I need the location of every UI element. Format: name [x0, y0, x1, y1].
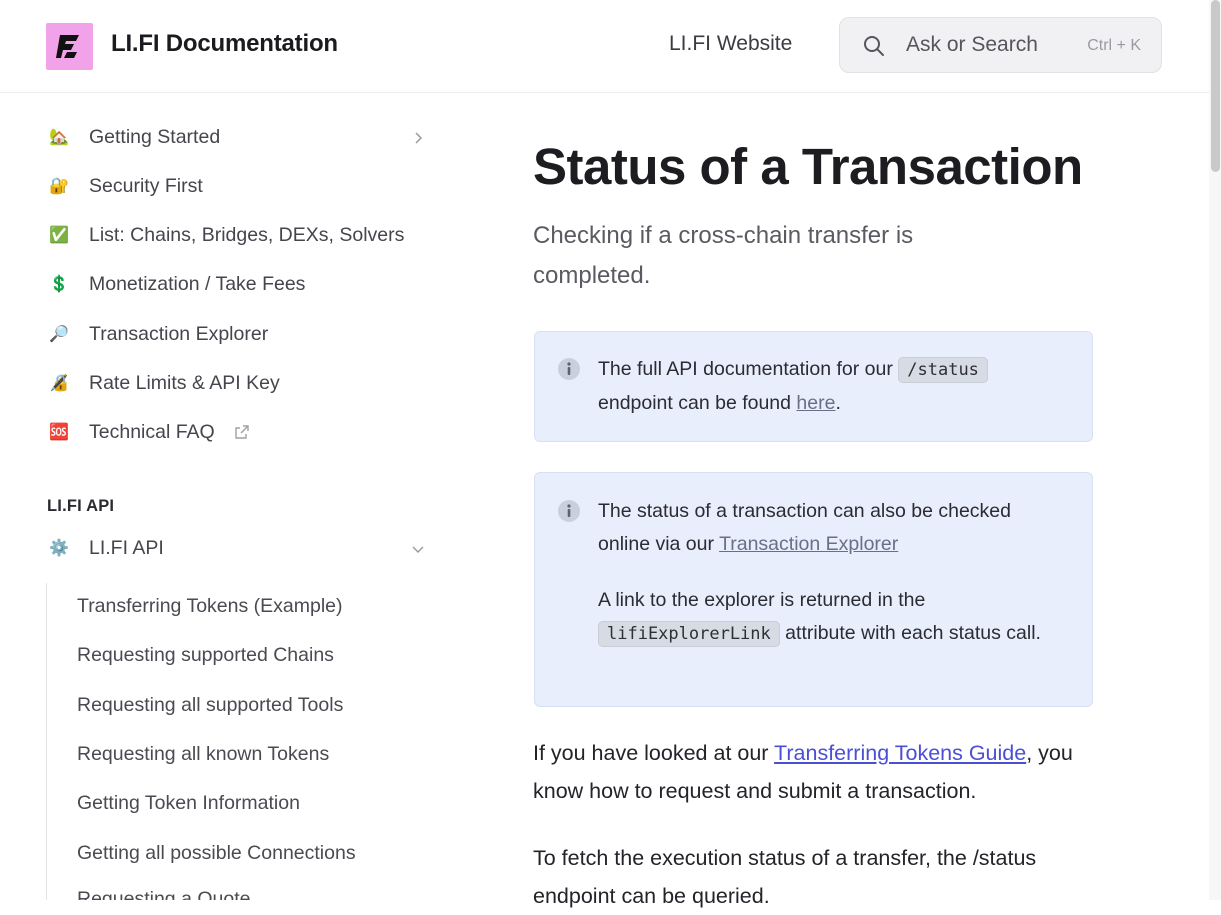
lock-icon: 🔐 — [49, 178, 69, 195]
sidebar-subitem-supported-tools[interactable]: Requesting all supported Tools — [77, 694, 343, 717]
house-icon: 🏡 — [49, 129, 69, 146]
sidebar-item-list-chains[interactable]: ✅ List: Chains, Bridges, DEXs, Solvers — [46, 219, 430, 255]
magnifier-icon: 🔎 — [49, 326, 69, 343]
info-hint-explorer: The status of a transaction can also be … — [534, 472, 1093, 707]
paragraph-text: If you have looked at our — [533, 741, 775, 765]
scrollbar-thumb[interactable] — [1211, 0, 1220, 172]
page-title: Status of a Transaction — [533, 138, 1083, 195]
info-icon — [558, 500, 580, 522]
hint-text-part: . — [835, 392, 841, 414]
sidebar-item-label: Monetization / Take Fees — [89, 273, 306, 295]
sidebar-item-label: Rate Limits & API Key — [89, 372, 280, 394]
sidebar-item-label: Technical FAQ — [89, 421, 215, 443]
chevron-right-icon[interactable] — [410, 130, 426, 146]
sidebar-subitem-requesting-quote[interactable]: Requesting a Quote — [77, 888, 250, 900]
info-hint-api-docs: The full API documentation for our /stat… — [534, 331, 1093, 442]
sidebar-item-label: Getting Started — [89, 126, 221, 148]
sidebar-item-getting-started[interactable]: 🏡 Getting Started — [46, 121, 430, 157]
sidebar-subitem-possible-connections[interactable]: Getting all possible Connections — [77, 842, 356, 865]
site-title[interactable]: LI.FI Documentation — [111, 30, 338, 58]
search-shortcut: Ctrl + K — [1087, 37, 1141, 54]
paragraph-intro: If you have looked at our Transferring T… — [533, 734, 1103, 810]
top-header: LI.FI Documentation LI.FI Website Ask or… — [0, 0, 1209, 93]
hint-text-part: A link to the explorer is returned in th… — [598, 589, 926, 611]
sidebar-item-label-wrap: Technical FAQ — [89, 421, 250, 444]
sidebar-item-security-first[interactable]: 🔐 Security First — [46, 170, 430, 206]
sidebar-item-rate-limits[interactable]: 🔏 Rate Limits & API Key — [46, 367, 430, 403]
sidebar-item-label: LI.FI API — [89, 537, 164, 559]
hint-text: The status of a transaction can also be … — [598, 495, 1068, 561]
lock-pen-icon: 🔏 — [49, 375, 69, 392]
sidebar-item-label: Security First — [89, 175, 203, 197]
subnav-divider — [46, 583, 47, 900]
page-subtitle: Checking if a cross-chain transfer is co… — [533, 222, 914, 289]
code-status-endpoint: /status — [898, 357, 988, 383]
sidebar-subitem-supported-chains[interactable]: Requesting supported Chains — [77, 644, 334, 667]
transferring-tokens-guide-link[interactable]: Transferring Tokens Guide — [774, 741, 1026, 765]
gear-icon: ⚙️ — [49, 540, 69, 557]
transaction-explorer-link[interactable]: Transaction Explorer — [719, 533, 898, 555]
search-placeholder: Ask or Search — [906, 33, 1038, 56]
code-lifi-explorer-link: lifiExplorerLink — [598, 621, 780, 647]
check-icon: ✅ — [49, 227, 69, 244]
hint-text-part: attribute with each status call. — [779, 622, 1041, 644]
paragraph-status-endpoint: To fetch the execution status of a trans… — [533, 846, 1037, 908]
hint-text: The full API documentation for our /stat… — [598, 353, 1068, 420]
search-icon — [864, 36, 884, 56]
hint-text-part: The full API documentation for our — [598, 358, 899, 380]
section-heading-lifi-api: LI.FI API — [47, 497, 115, 515]
sidebar-subitem-transferring-tokens[interactable]: Transferring Tokens (Example) — [77, 595, 343, 618]
hint-text-part: endpoint can be found — [598, 392, 797, 414]
api-docs-link[interactable]: here — [796, 392, 835, 414]
info-icon — [558, 358, 580, 380]
sidebar-item-technical-faq[interactable]: 🆘 Technical FAQ — [46, 416, 430, 452]
external-link-icon — [235, 425, 249, 439]
lifi-website-link[interactable]: LI.FI Website — [669, 32, 792, 56]
dollar-icon: 💲 — [49, 276, 69, 293]
sidebar-item-monetization[interactable]: 💲 Monetization / Take Fees — [46, 268, 430, 304]
sidebar-subitem-token-information[interactable]: Getting Token Information — [77, 792, 300, 815]
lifi-logo[interactable] — [46, 23, 93, 70]
sidebar-item-label: List: Chains, Bridges, DEXs, Solvers — [89, 224, 405, 246]
hint-text: A link to the explorer is returned in th… — [598, 584, 1068, 651]
search-box[interactable]: Ask or Search Ctrl + K — [839, 17, 1162, 73]
sidebar: 🏡 Getting Started 🔐 Security First ✅ Lis… — [0, 93, 460, 900]
sidebar-item-transaction-explorer[interactable]: 🔎 Transaction Explorer — [46, 318, 430, 354]
sidebar-subitem-known-tokens[interactable]: Requesting all known Tokens — [77, 743, 329, 766]
lifi-logo-mark-icon — [56, 35, 79, 58]
chevron-down-icon[interactable] — [410, 541, 426, 557]
sidebar-item-lifi-api[interactable]: ⚙️ LI.FI API — [46, 532, 430, 568]
sos-icon: 🆘 — [49, 424, 69, 441]
sidebar-item-label: Transaction Explorer — [89, 323, 269, 345]
